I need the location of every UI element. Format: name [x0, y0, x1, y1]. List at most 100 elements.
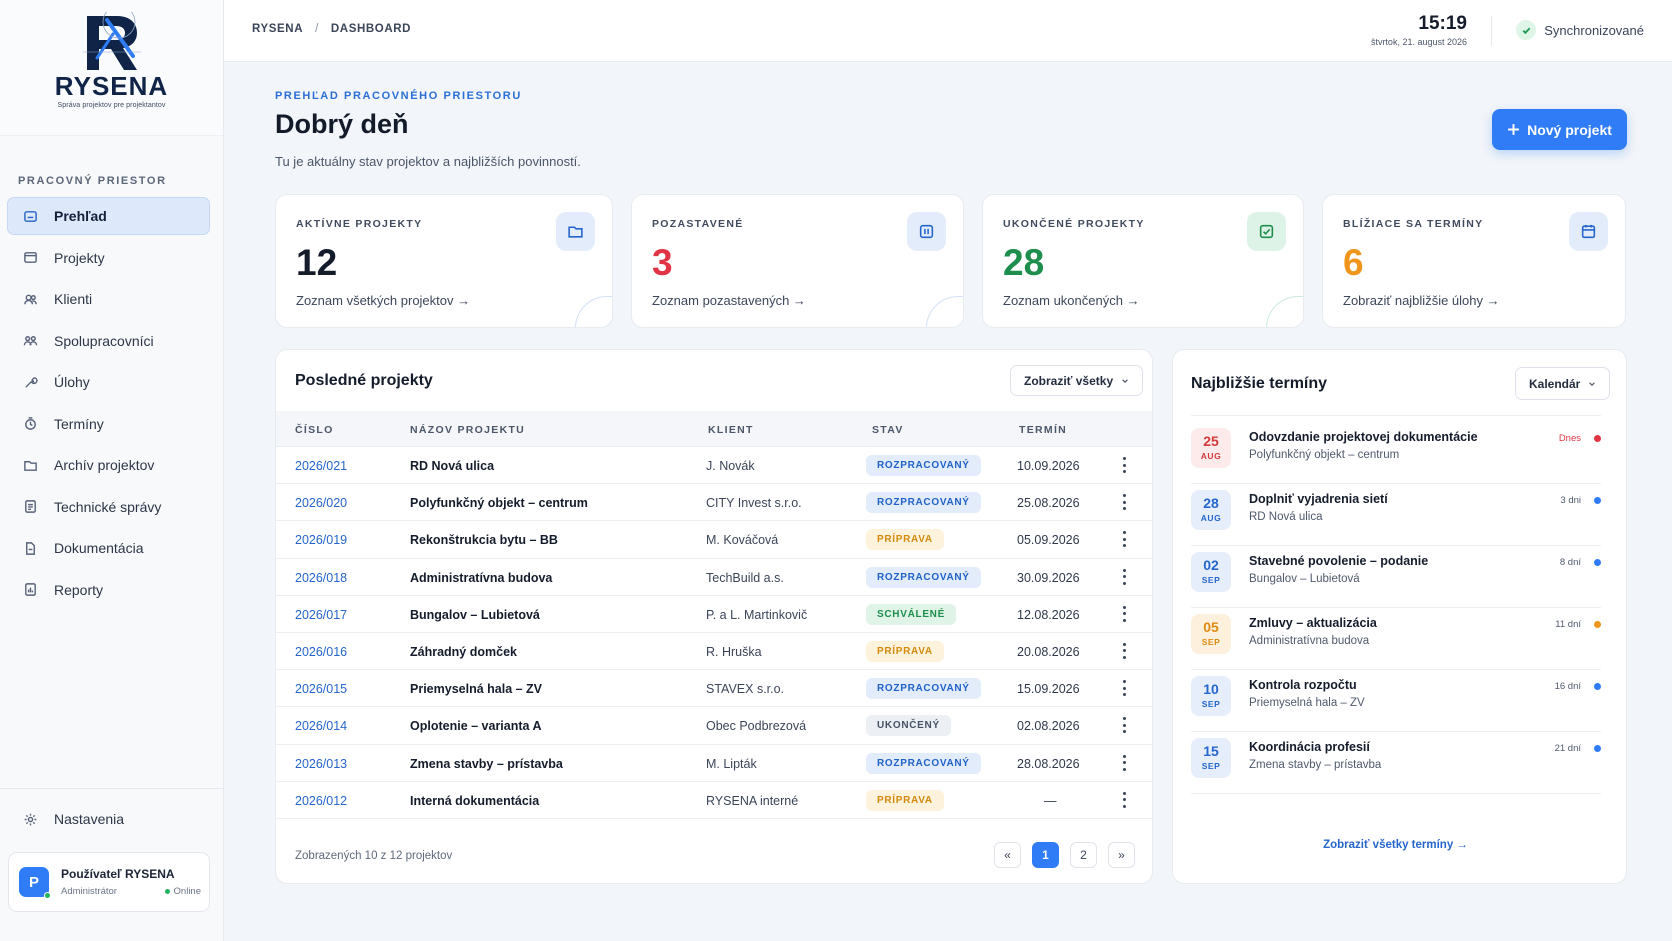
- sidebar-item-projekty[interactable]: Projekty: [7, 239, 210, 277]
- new-project-button[interactable]: Nový projekt: [1492, 109, 1627, 150]
- column-header-status[interactable]: STAV: [872, 424, 904, 436]
- status-badge: PRÍPRAVA: [866, 529, 944, 551]
- sidebar-item-nastavenia[interactable]: Nastavenia: [7, 800, 210, 838]
- row-menu-icon[interactable]: [1122, 605, 1126, 622]
- row-menu-icon[interactable]: [1122, 754, 1126, 771]
- project-number[interactable]: 2026/019: [295, 533, 347, 547]
- stat-link[interactable]: Zoznam pozastavených →: [652, 293, 806, 308]
- stat-card-paused[interactable]: POZASTAVENÉ 3 Zoznam pozastavených →: [631, 194, 964, 328]
- pager-page-1[interactable]: 1: [1032, 842, 1059, 868]
- sidebar-item-reporty[interactable]: Reporty: [7, 571, 210, 609]
- row-menu-icon[interactable]: [1122, 642, 1126, 659]
- show-all-dropdown[interactable]: Zobraziť všetky: [1010, 365, 1144, 396]
- sidebar-item-label: Klienti: [54, 291, 93, 307]
- project-client: R. Hruška: [706, 644, 762, 659]
- brand-logo[interactable]: RYSENA Správa projektov pre projektantov: [0, 0, 223, 136]
- project-client: Obec Podbrezová: [706, 719, 807, 734]
- deadline-item[interactable]: 25 AUG Odovzdanie projektovej dokumentácie…: [1191, 418, 1601, 484]
- project-name[interactable]: RD Nová ulica: [410, 459, 494, 473]
- deadline-countdown: 21 dní: [1554, 743, 1581, 754]
- sidebar-item-archiv[interactable]: Archív projektov: [7, 446, 210, 484]
- table-row[interactable]: 2026/014 Oplotenie – varianta A Obec Podbr…: [276, 707, 1152, 745]
- row-menu-icon[interactable]: [1122, 494, 1126, 511]
- stat-link[interactable]: Zoznam ukončených →: [1003, 293, 1140, 308]
- table-row[interactable]: 2026/015 Priemyselná hala – ZV STAVEX s.r.…: [276, 670, 1152, 708]
- column-header-number[interactable]: ČÍSLO: [295, 424, 334, 436]
- breadcrumb: RYSENA / DASHBOARD: [252, 23, 411, 35]
- table-row[interactable]: 2026/018 Administratívna budova TechBuild …: [276, 559, 1152, 596]
- deadline-dot: [1594, 497, 1601, 504]
- deadline-countdown: 3 dni: [1560, 495, 1581, 506]
- project-number[interactable]: 2026/014: [295, 719, 347, 733]
- breadcrumb-root[interactable]: RYSENA: [252, 23, 303, 35]
- sidebar-item-terminy[interactable]: Termíny: [7, 405, 210, 443]
- stat-card-active[interactable]: AKTÍVNE PROJEKTY 12 Zoznam všetkých proj…: [275, 194, 613, 328]
- row-menu-icon[interactable]: [1122, 791, 1126, 808]
- project-number[interactable]: 2026/020: [295, 496, 347, 510]
- deadline-item[interactable]: 10 SEP Kontrola rozpočtu Priemyselná hala –…: [1191, 666, 1601, 732]
- row-menu-icon[interactable]: [1122, 717, 1126, 734]
- table-row[interactable]: 2026/020 Polyfunkčný objekt – centrum CITY…: [276, 484, 1152, 522]
- project-name[interactable]: Rekonštrukcia bytu – BB: [410, 533, 558, 547]
- stat-link[interactable]: Zoznam všetkých projektov →: [296, 293, 470, 308]
- project-name[interactable]: Administratívna budova: [410, 571, 552, 585]
- status-badge: ROZPRACOVANÝ: [866, 566, 981, 588]
- deadline-title: Odovzdanie projektovej dokumentácie: [1249, 430, 1478, 444]
- table-row[interactable]: 2026/017 Bungalov – Lubietová P. a L. Mart…: [276, 596, 1152, 633]
- project-name[interactable]: Interná dokumentácia: [410, 794, 539, 808]
- deadline-countdown: 11 dní: [1555, 619, 1581, 630]
- project-number[interactable]: 2026/012: [295, 794, 347, 808]
- project-name[interactable]: Bungalov – Lubietová: [410, 608, 540, 622]
- sidebar-item-klienti[interactable]: Klienti: [7, 280, 210, 318]
- project-name[interactable]: Priemyselná hala – ZV: [410, 682, 542, 696]
- sync-status[interactable]: Synchronizované: [1516, 20, 1644, 40]
- deadline-item[interactable]: 28 AUG Doplniť vyjadrenia sietí RD Nová uli…: [1191, 480, 1601, 546]
- pager-page-2[interactable]: 2: [1070, 842, 1097, 868]
- sidebar-item-dokumentacia[interactable]: Dokumentácia: [7, 529, 210, 567]
- calendar-dropdown[interactable]: Kalendár: [1515, 367, 1611, 400]
- table-row[interactable]: 2026/013 Zmena stavby – prístavba M. Liptá…: [276, 745, 1152, 782]
- project-number[interactable]: 2026/016: [295, 645, 347, 659]
- deadline-item[interactable]: 05 SEP Zmluvy – aktualizácia Administratívn…: [1191, 604, 1601, 670]
- project-number[interactable]: 2026/021: [295, 459, 347, 473]
- all-deadlines-link[interactable]: Zobraziť všetky termíny →: [1173, 839, 1618, 851]
- sidebar-item-prehlad[interactable]: Prehľad: [7, 197, 210, 235]
- date-month: SEP: [1201, 637, 1221, 647]
- project-name[interactable]: Oplotenie – varianta A: [410, 719, 542, 733]
- date-month: AUG: [1200, 451, 1222, 461]
- chevron-down-icon: [1121, 377, 1129, 385]
- table-row[interactable]: 2026/021 RD Nová ulica J. Novák ROZPRACOVAN…: [276, 447, 1152, 485]
- deadline-item[interactable]: 15 SEP Koordinácia profesií Zmena stavby – …: [1191, 728, 1601, 794]
- project-name[interactable]: Záhradný domček: [410, 645, 517, 659]
- pager-first[interactable]: «: [994, 842, 1021, 868]
- project-number[interactable]: 2026/017: [295, 608, 347, 622]
- sidebar-item-spolupracovnici[interactable]: Spolupracovníci: [7, 322, 210, 360]
- row-menu-icon[interactable]: [1122, 457, 1126, 473]
- user-role: Administrátor: [61, 886, 117, 897]
- sidebar-item-ulohy[interactable]: Úlohy: [7, 363, 210, 401]
- row-menu-icon[interactable]: [1122, 531, 1126, 548]
- project-name[interactable]: Zmena stavby – prístavba: [410, 757, 563, 771]
- column-header-deadline[interactable]: TERMÍN: [1019, 424, 1067, 436]
- sidebar-item-technicke-spravy[interactable]: Technické správy: [7, 488, 210, 526]
- project-number[interactable]: 2026/013: [295, 757, 347, 771]
- project-name[interactable]: Polyfunkčný objekt – centrum: [410, 496, 588, 510]
- row-menu-icon[interactable]: [1122, 568, 1126, 585]
- sidebar-item-label: Technické správy: [54, 498, 162, 515]
- table-row[interactable]: 2026/012 Interná dokumentácia RYSENA inter…: [276, 782, 1152, 819]
- column-header-name[interactable]: NÁZOV PROJEKTU: [410, 424, 525, 436]
- table-row[interactable]: 2026/016 Záhradný domček R. Hruška PRÍPRAVA…: [276, 633, 1152, 671]
- stat-link[interactable]: Zobraziť najbližšie úlohy →: [1343, 293, 1500, 308]
- table-row[interactable]: 2026/019 Rekonštrukcia bytu – BB M. Kováčo…: [276, 521, 1152, 559]
- project-number[interactable]: 2026/015: [295, 682, 347, 696]
- project-number[interactable]: 2026/018: [295, 571, 347, 585]
- row-menu-icon[interactable]: [1122, 680, 1126, 697]
- deadline-item[interactable]: 02 SEP Stavebné povolenie – podanie Bungalo…: [1191, 542, 1601, 608]
- pager-last[interactable]: »: [1108, 842, 1135, 868]
- column-header-client[interactable]: KLIENT: [708, 424, 754, 436]
- user-card[interactable]: P Používateľ RYSENA Administrátor Online: [8, 852, 210, 912]
- project-deadline: 12.08.2026: [1017, 607, 1080, 622]
- stat-card-deadlines[interactable]: BLÍŽIACE SA TERMÍNY 6 Zobraziť najbližši…: [1322, 194, 1626, 328]
- card-decoration: [1266, 296, 1303, 327]
- stat-card-finished[interactable]: UKONČENÉ PROJEKTY 28 Zoznam ukončených →: [982, 194, 1304, 328]
